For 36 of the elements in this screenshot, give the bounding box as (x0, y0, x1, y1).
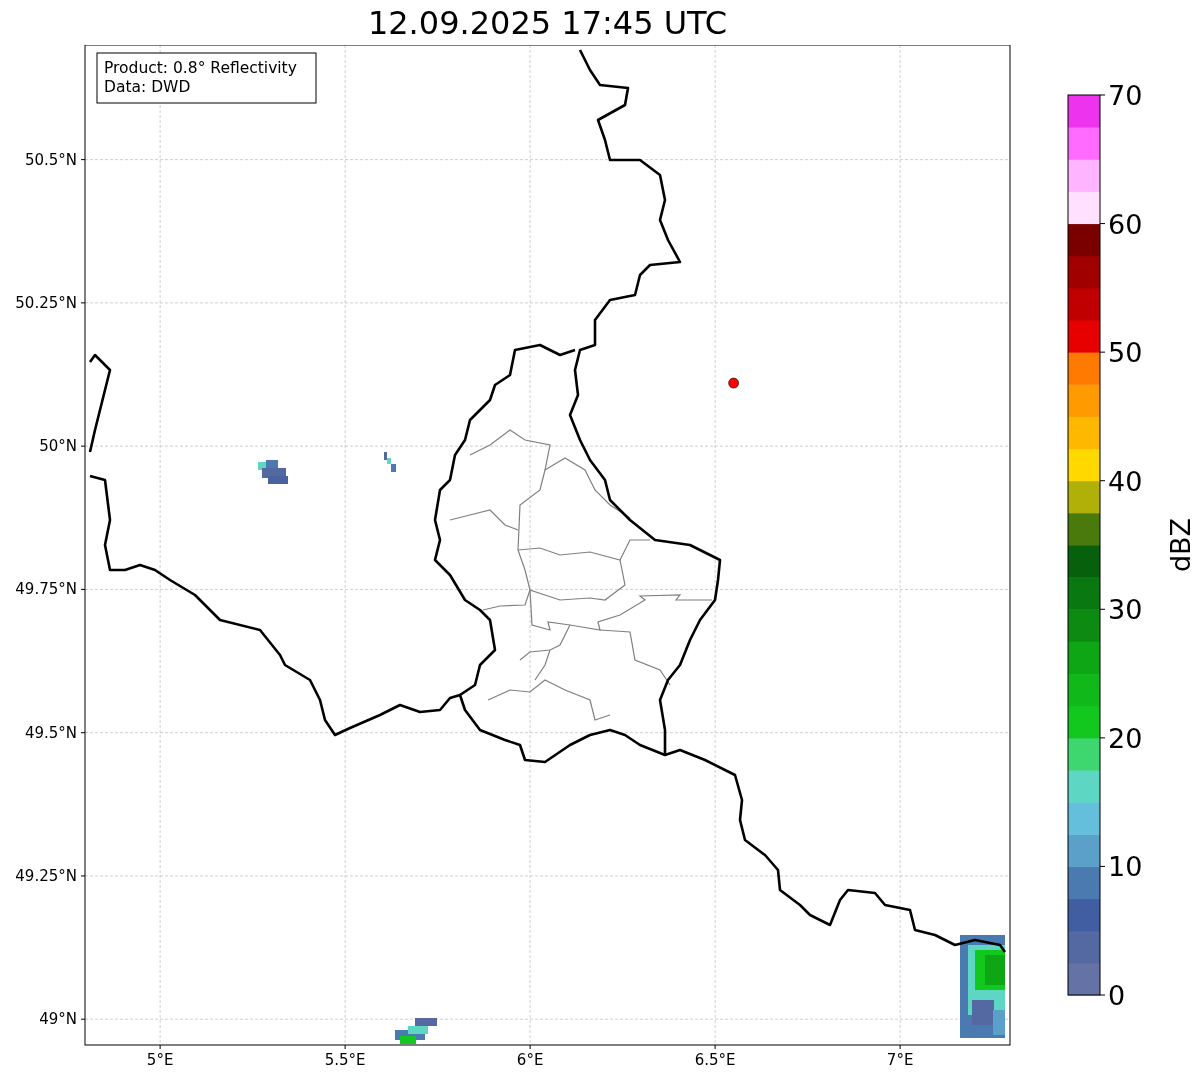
info-text: Product: 0.8° Reflectivity (104, 59, 297, 77)
x-tick-label: 5.5°E (324, 1051, 366, 1069)
tick-mark (80, 588, 86, 590)
tick-mark (899, 1044, 901, 1050)
tick-mark (80, 159, 86, 161)
colorbar-label: dBZ (1165, 517, 1196, 573)
colorbar-tick-label: 10 (1108, 851, 1143, 883)
x-tick-label: 7°E (886, 1051, 914, 1069)
x-tick-label: 6°E (516, 1051, 544, 1069)
plot-title: 12.09.2025 17:45 UTC (367, 6, 728, 39)
y-tick-label: 49.25°N (15, 866, 77, 885)
colorbar-tick-label: 40 (1108, 465, 1143, 497)
y-tick-label: 49°N (39, 1010, 77, 1029)
y-tick-label: 50°N (39, 437, 77, 456)
colorbar-tick-label: 70 (1108, 80, 1143, 111)
x-tick-label: 5°E (146, 1051, 174, 1069)
colorbar-tick-label: 60 (1108, 208, 1143, 240)
y-tick-label: 50.25°N (15, 293, 77, 312)
y-tick-label: 49.75°N (15, 580, 77, 599)
tick-mark (344, 1044, 346, 1050)
info-text: Data: DWD (104, 78, 191, 96)
tick-mark (159, 1044, 161, 1050)
tick-mark (80, 445, 86, 447)
x-tick-label: 6.5°E (694, 1051, 736, 1069)
y-tick-label: 49.5°N (24, 723, 77, 742)
colorbar-tick-label: 20 (1108, 722, 1143, 754)
tick-mark (529, 1044, 531, 1050)
colorbar-tick-label: 0 (1108, 980, 1126, 1011)
y-tick-label: 50.5°N (24, 150, 77, 169)
colorbar-tick-label: 30 (1108, 594, 1143, 626)
colorbar-tick-label: 50 (1108, 337, 1143, 369)
tick-mark (714, 1044, 716, 1050)
tick-mark (80, 732, 86, 734)
tick-mark (80, 302, 86, 304)
tick-mark (80, 1018, 86, 1020)
tick-mark (80, 875, 86, 877)
